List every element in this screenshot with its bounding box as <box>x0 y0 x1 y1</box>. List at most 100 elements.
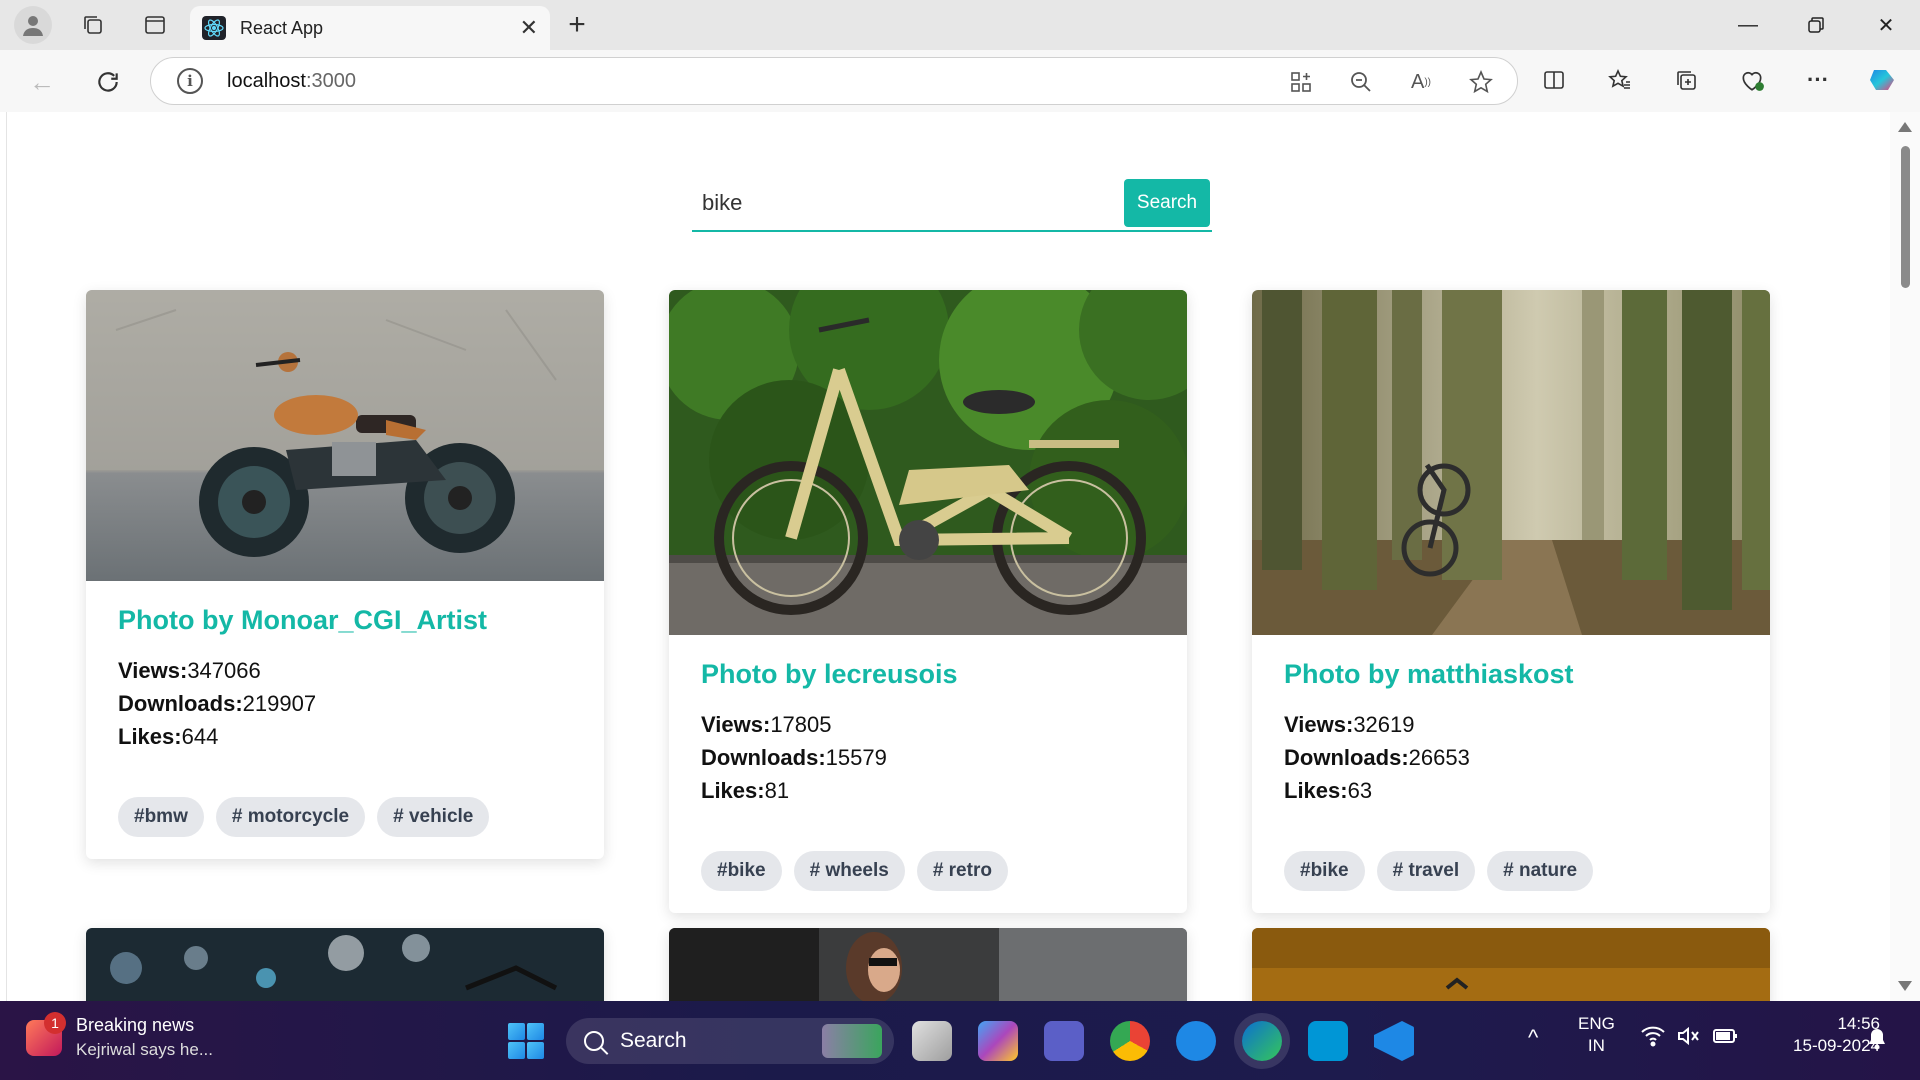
edge-icon[interactable] <box>1242 1021 1282 1061</box>
tag: # wheels <box>793 851 905 891</box>
copilot-icon[interactable] <box>1866 62 1902 98</box>
card-downloads: Downloads:26653 <box>1284 745 1470 770</box>
language-indicator[interactable]: ENG IN <box>1578 1013 1615 1057</box>
browser-titlebar: React App ✕ + — ✕ <box>0 0 1920 50</box>
card-image-forest-bike <box>1252 290 1770 635</box>
photo-card-partial <box>1252 928 1770 1001</box>
notifications-bell-icon[interactable] <box>1866 1027 1888 1056</box>
search-highlight-icon <box>822 1024 882 1058</box>
windows-start-icon[interactable] <box>508 1023 544 1059</box>
card-likes: Likes:81 <box>701 778 790 803</box>
scroll-down-arrow-icon[interactable] <box>1898 981 1912 991</box>
scroll-up-arrow-icon[interactable] <box>1898 122 1912 132</box>
profile-icon[interactable] <box>14 6 52 44</box>
read-aloud-icon[interactable]: A)) <box>1405 66 1437 98</box>
card-image-city-bike <box>86 928 604 1001</box>
zoom-icon[interactable] <box>1345 66 1377 98</box>
tag: # vehicle <box>377 797 490 837</box>
search-button[interactable]: Search <box>1124 179 1210 227</box>
tab-close-icon[interactable]: ✕ <box>520 15 538 41</box>
card-tags: #bmw # motorcycle # vehicle <box>118 797 572 859</box>
address-host: localhost <box>227 69 306 92</box>
news-subtitle: Kejriwal says he... <box>76 1040 213 1059</box>
app-available-icon[interactable] <box>1285 66 1317 98</box>
favorite-star-icon[interactable] <box>1465 66 1497 98</box>
region-code: IN <box>1587 1036 1605 1055</box>
wifi-icon[interactable] <box>1640 1025 1666 1052</box>
tag: # nature <box>1487 851 1594 891</box>
news-badge: 1 <box>44 1011 66 1034</box>
more-menu-icon[interactable]: ··· <box>1800 62 1836 98</box>
search-icon <box>584 1031 604 1051</box>
site-info-icon[interactable]: i <box>177 68 203 94</box>
scroll-thumb[interactable] <box>1901 146 1910 288</box>
search-form: Search <box>692 176 1212 232</box>
tab-react-app[interactable]: React App ✕ <box>190 6 550 50</box>
card-image-motorcycle <box>86 290 604 581</box>
collections-icon[interactable] <box>1668 62 1704 98</box>
teams-icon[interactable] <box>1044 1021 1084 1061</box>
browser-toolbar: ← i localhost:3000 A)) ··· <box>0 50 1920 112</box>
photo-card-partial <box>86 928 604 1001</box>
workspaces-icon[interactable] <box>76 8 110 42</box>
photo-card-partial <box>669 928 1187 1001</box>
vscode-icon[interactable] <box>1374 1021 1414 1061</box>
clock-date: 15-09-2024 <box>1793 1036 1880 1055</box>
news-widget[interactable]: 1 Breaking news Kejriwal says he... <box>26 1011 213 1060</box>
favorites-icon[interactable] <box>1602 62 1638 98</box>
tray-chevron-up-icon[interactable]: ^ <box>1528 1025 1538 1051</box>
lang-code: ENG <box>1578 1014 1615 1033</box>
browser-essentials-icon[interactable] <box>1734 62 1770 98</box>
page-scrollbar[interactable] <box>1890 112 1920 1001</box>
refresh-icon[interactable] <box>90 64 126 100</box>
news-title: Breaking news <box>76 1015 195 1035</box>
photo-card: Photo by Monoar_CGI_Artist Views:347066 … <box>86 290 604 859</box>
back-icon[interactable]: ← <box>24 64 60 100</box>
news-icon: 1 <box>26 1011 66 1056</box>
card-image-moped <box>669 290 1187 635</box>
card-likes: Likes:63 <box>1284 778 1373 803</box>
page-viewport: Search Photo by Mo <box>6 112 1890 1001</box>
card-downloads: Downloads:219907 <box>118 691 317 716</box>
card-views: Views:32619 <box>1284 712 1415 737</box>
battery-icon[interactable] <box>1712 1025 1740 1052</box>
tab-title: React App <box>240 17 324 38</box>
card-tags: #bike # travel # nature <box>1284 851 1738 913</box>
restore-icon[interactable] <box>1786 8 1846 42</box>
task-view-icon[interactable] <box>912 1021 952 1061</box>
windows-taskbar: 1 Breaking news Kejriwal says he... Sear… <box>0 1001 1920 1080</box>
card-downloads: Downloads:15579 <box>701 745 887 770</box>
tab-actions-icon[interactable] <box>138 8 172 42</box>
photo-card: Photo by lecreusois Views:17805 Download… <box>669 290 1187 913</box>
card-tags: #bike # wheels # retro <box>701 851 1155 913</box>
split-screen-icon[interactable] <box>1536 62 1572 98</box>
taskbar-search-label: Search <box>620 1029 687 1052</box>
card-views: Views:347066 <box>118 658 261 683</box>
tag: # motorcycle <box>215 797 366 837</box>
tag: #bike <box>701 851 782 891</box>
chrome-icon[interactable] <box>1110 1021 1150 1061</box>
card-views: Views:17805 <box>701 712 832 737</box>
card-title: Photo by lecreusois <box>701 659 958 689</box>
tag: #bmw <box>118 797 204 837</box>
react-logo-icon <box>202 16 226 40</box>
tag: # retro <box>916 851 1008 891</box>
tag: #bike <box>1284 851 1365 891</box>
myhp-icon[interactable] <box>1308 1021 1348 1061</box>
clock-time: 14:56 <box>1837 1014 1880 1033</box>
photo-card: Photo by matthiaskost Views:32619 Downlo… <box>1252 290 1770 913</box>
new-tab-icon[interactable]: + <box>560 8 594 42</box>
help-icon[interactable] <box>1176 1021 1216 1061</box>
volume-muted-icon[interactable] <box>1676 1025 1702 1052</box>
address-port: :3000 <box>305 69 356 92</box>
close-window-icon[interactable]: ✕ <box>1856 8 1916 42</box>
copilot-app-icon[interactable] <box>978 1021 1018 1061</box>
taskbar-search[interactable]: Search <box>566 1018 894 1064</box>
address-bar[interactable]: i localhost:3000 A)) <box>150 57 1518 105</box>
search-input[interactable] <box>692 179 1124 227</box>
clock[interactable]: 14:56 15-09-2024 <box>1760 1013 1880 1057</box>
card-likes: Likes:644 <box>118 724 219 749</box>
tag: # travel <box>1376 851 1476 891</box>
card-image-desert-bike <box>1252 928 1770 1001</box>
minimize-icon[interactable]: — <box>1718 8 1778 42</box>
